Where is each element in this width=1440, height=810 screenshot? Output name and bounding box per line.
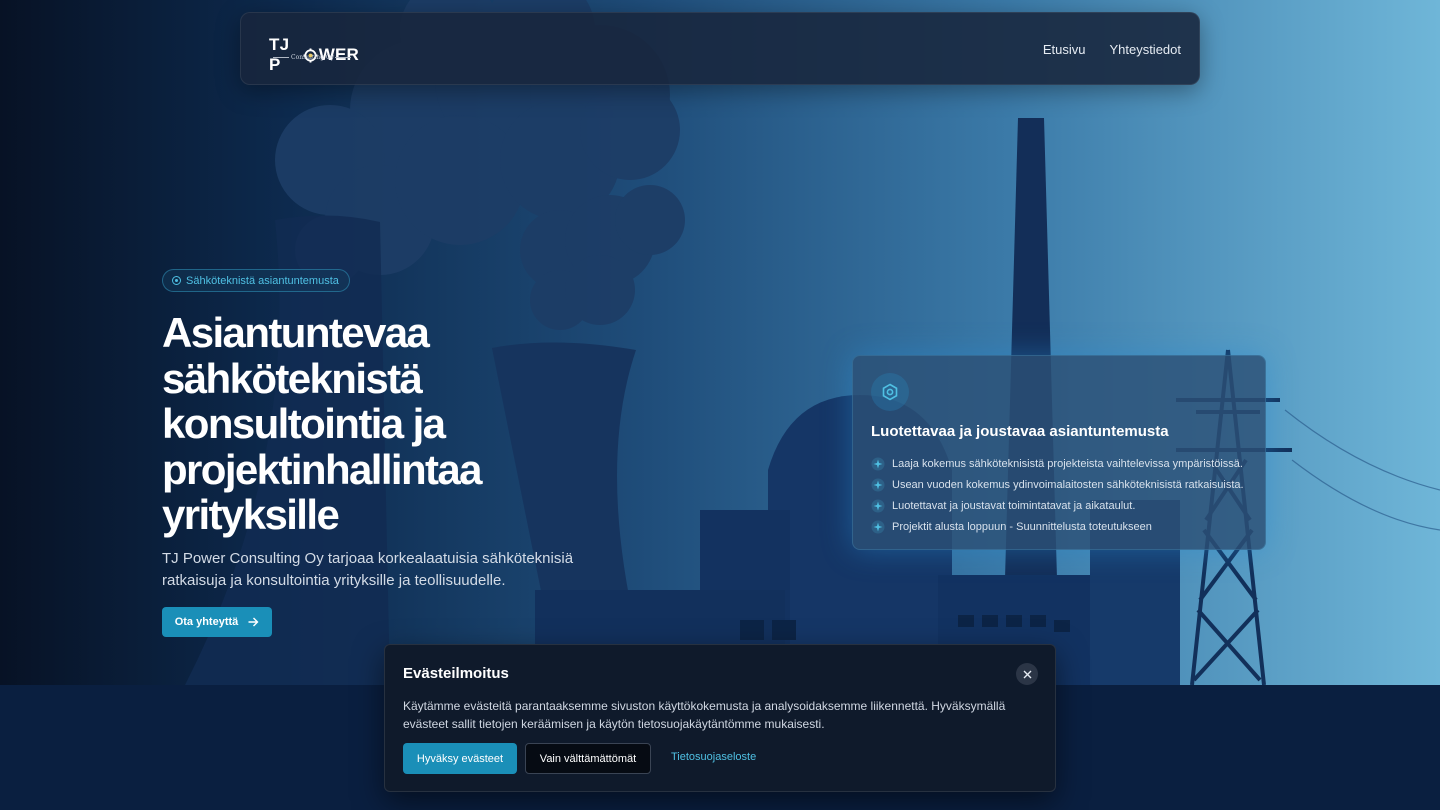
cookie-title: Evästeilmoitus <box>403 665 509 682</box>
list-item-text: Usean vuoden kokemus ydinvoimalaitosten … <box>892 478 1244 491</box>
sparkle-icon <box>871 499 885 512</box>
contact-cta-button[interactable]: Ota yhteyttä <box>162 607 272 637</box>
hero-description: TJ Power Consulting Oy tarjoaa korkealaa… <box>162 550 574 589</box>
features-list: Laaja kokemus sähköteknisistä projekteis… <box>871 453 1244 537</box>
nav-link-yhteystiedot[interactable]: Yhteystiedot <box>1109 42 1181 57</box>
hexagon-icon <box>871 373 909 411</box>
list-item-text: Projektit alusta loppuun - Suunnittelust… <box>892 520 1152 533</box>
nav-link-etusivu[interactable]: Etusivu <box>1043 42 1086 57</box>
close-icon <box>1023 670 1031 678</box>
list-item: Luotettavat ja joustavat toimintatavat j… <box>871 495 1244 516</box>
target-icon <box>172 276 181 285</box>
logo-divider <box>335 57 351 58</box>
hero-badge: Sähköteknistä asiantuntemusta <box>162 269 350 292</box>
features-card: Luotettavaa ja joustavaa asiantuntemusta… <box>852 355 1266 550</box>
navbar: TJ P WER Consulting Oy Etusivu Yhteystie… <box>240 12 1200 85</box>
list-item-text: Luotettavat ja joustavat toimintatavat j… <box>892 499 1136 512</box>
arrow-right-icon <box>248 617 259 627</box>
brand-subtitle: Consulting Oy <box>291 54 335 61</box>
list-item: Laaja kokemus sähköteknisistä projekteis… <box>871 453 1244 474</box>
sparkle-icon <box>871 520 885 533</box>
privacy-policy-link[interactable]: Tietosuojaseloste <box>671 751 756 763</box>
hero-title: Asiantuntevaa sähköteknistä konsultointi… <box>162 309 483 538</box>
list-item: Usean vuoden kokemus ydinvoimalaitosten … <box>871 474 1244 495</box>
necessary-only-button[interactable]: Vain välttämättömät <box>525 743 651 774</box>
hero-badge-label: Sähköteknistä asiantuntemusta <box>186 274 339 287</box>
card-title: Luotettavaa ja joustavaa asiantuntemusta <box>871 423 1169 440</box>
sparkle-icon <box>871 457 885 470</box>
list-item: Projektit alusta loppuun - Suunnittelust… <box>871 516 1244 537</box>
cookie-close-button[interactable] <box>1016 663 1038 685</box>
sparkle-icon <box>871 478 885 491</box>
brand-logo[interactable]: TJ P WER Consulting Oy <box>269 35 359 74</box>
cookie-banner: Evästeilmoitus Käytämme evästeitä parant… <box>384 644 1056 792</box>
logo-divider <box>273 57 289 58</box>
nav-links: Etusivu Yhteystiedot <box>1043 42 1181 57</box>
accept-cookies-button[interactable]: Hyväksy evästeet <box>403 743 517 774</box>
cookie-text: Käytämme evästeitä parantaaksemme sivust… <box>403 699 1006 731</box>
list-item-text: Laaja kokemus sähköteknisistä projekteis… <box>892 457 1243 470</box>
contact-cta-label: Ota yhteyttä <box>174 616 239 628</box>
